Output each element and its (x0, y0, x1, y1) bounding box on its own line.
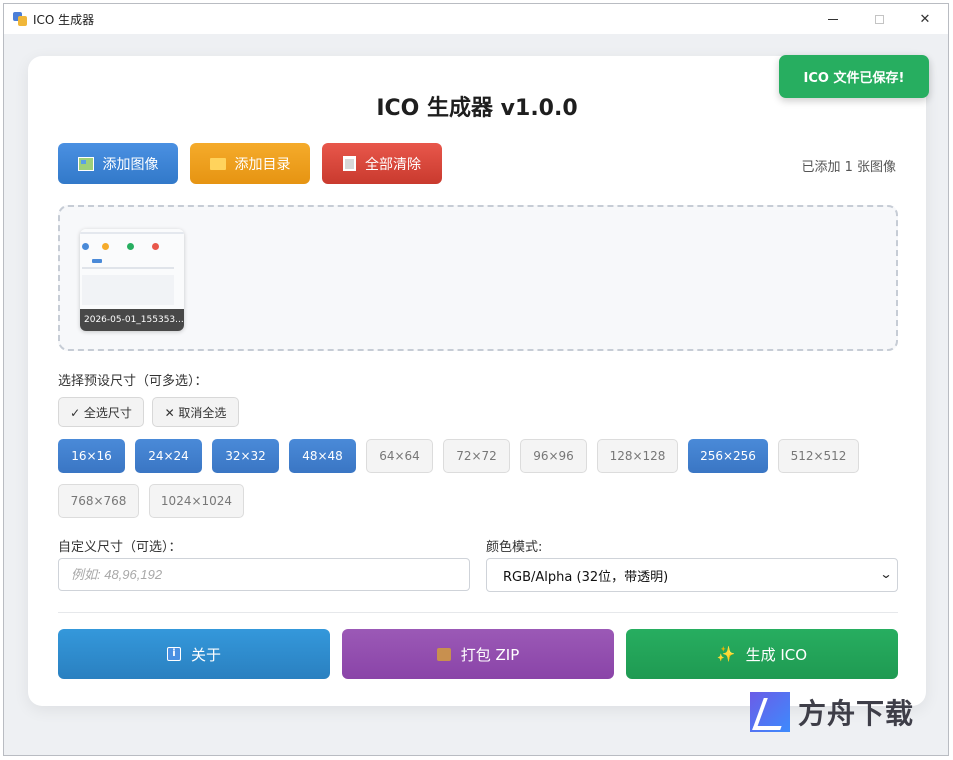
info-icon: i (166, 647, 181, 661)
minimize-icon (828, 18, 838, 20)
preset-size-label: 选择预设尺寸（可多选）： (58, 374, 208, 389)
size-chip-512x512[interactable]: 512×512 (778, 439, 859, 473)
chevron-down-icon: ⌄ (879, 567, 893, 581)
deselect-all-sizes-button[interactable]: ✕ 取消全选 (152, 397, 239, 427)
save-success-toast: ICO 文件已保存! (779, 55, 929, 98)
color-mode-label: 颜色模式: (486, 540, 543, 555)
size-chip-64x64[interactable]: 64×64 (366, 439, 433, 473)
picture-icon (77, 156, 94, 171)
window-controls: ✕ (810, 4, 948, 34)
pack-zip-button[interactable]: 打包 ZIP (342, 629, 614, 679)
about-button[interactable]: i 关于 (58, 629, 330, 679)
minimize-button[interactable] (810, 4, 856, 34)
app-icon (12, 11, 28, 27)
add-image-button[interactable]: 添加图像 (58, 143, 178, 184)
size-chip-32x32[interactable]: 32×32 (212, 439, 279, 473)
size-chip-48x48[interactable]: 48×48 (289, 439, 356, 473)
main-card: ICO 生成器 v1.0.0 添加图像 添加目录 全部清除 已添加 1 张图像 (28, 56, 926, 706)
select-all-sizes-button[interactable]: ✓ 全选尺寸 (58, 397, 144, 427)
maximize-icon (874, 14, 884, 24)
watermark-logo-icon (750, 692, 790, 732)
watermark: 方舟下载 (750, 692, 914, 732)
folder-icon (209, 157, 226, 170)
size-chip-16x16[interactable]: 16×16 (58, 439, 125, 473)
custom-size-input[interactable] (58, 558, 470, 591)
about-label: 关于 (190, 645, 221, 664)
size-chip-768x768[interactable]: 768×768 (58, 484, 139, 518)
close-icon: ✕ (919, 11, 931, 27)
sparkles-icon: ✨ (716, 645, 736, 663)
close-button[interactable]: ✕ (902, 4, 948, 34)
thumbnail-preview (80, 229, 184, 309)
add-image-label: 添加图像 (102, 156, 159, 173)
size-chip-128x128[interactable]: 128×128 (597, 439, 678, 473)
size-chip-96x96[interactable]: 96×96 (520, 439, 587, 473)
package-icon (436, 647, 451, 661)
clear-all-button[interactable]: 全部清除 (322, 143, 442, 184)
section-divider (58, 612, 898, 613)
size-chip-1024x1024[interactable]: 1024×1024 (149, 484, 244, 518)
add-folder-button[interactable]: 添加目录 (190, 143, 310, 184)
watermark-text: 方舟下载 (798, 697, 915, 730)
color-mode-select[interactable]: RGB/Alpha (32位，带透明) ⌄ (486, 558, 898, 592)
add-folder-label: 添加目录 (234, 156, 291, 173)
image-thumbnail[interactable]: 2026-05-01_155353... (80, 229, 184, 331)
title-bar: ICO 生成器 ✕ (4, 4, 948, 34)
trash-icon (343, 156, 356, 171)
maximize-button[interactable] (856, 4, 902, 34)
size-chip-72x72[interactable]: 72×72 (443, 439, 510, 473)
custom-size-label: 自定义尺寸（可选）： (58, 540, 182, 555)
image-drop-zone[interactable]: 2026-05-01_155353... (58, 205, 898, 351)
thumbnail-filename: 2026-05-01_155353... (80, 309, 184, 331)
generate-ico-label: 生成 ICO (745, 645, 808, 664)
clear-all-label: 全部清除 (365, 156, 421, 173)
generate-ico-button[interactable]: ✨ 生成 ICO (626, 629, 898, 679)
size-chip-24x24[interactable]: 24×24 (135, 439, 202, 473)
app-window: ICO 生成器 ✕ ICO 生成器 v1.0.0 添加图像 添加目录 全部清除 … (3, 3, 949, 756)
pack-zip-label: 打包 ZIP (460, 645, 520, 664)
color-mode-value: RGB/Alpha (32位，带透明) (503, 569, 669, 585)
size-chip-256x256[interactable]: 256×256 (688, 439, 768, 473)
window-title: ICO 生成器 (33, 12, 95, 27)
image-count-status: 已添加 1 张图像 (801, 160, 896, 175)
